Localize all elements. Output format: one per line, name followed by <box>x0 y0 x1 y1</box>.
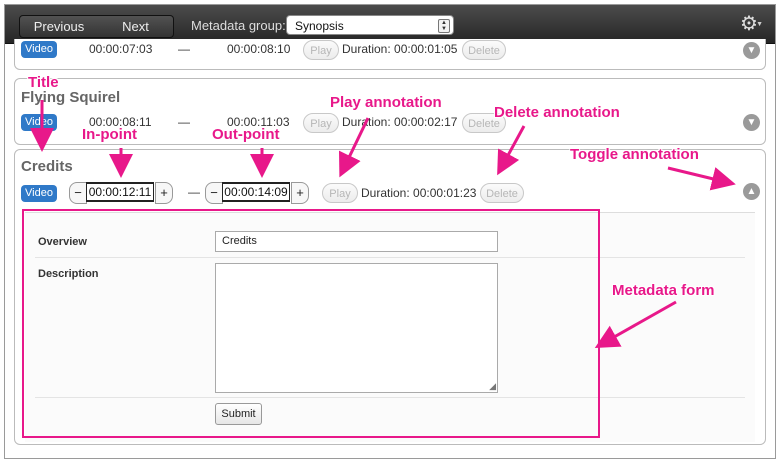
callout-title: Title <box>28 74 59 91</box>
callout-play-annotation: Play annotation <box>330 94 442 111</box>
callout-delete-annotation: Delete annotation <box>494 104 620 121</box>
callout-toggle-annotation: Toggle annotation <box>570 146 699 163</box>
callout-arrows <box>30 100 736 348</box>
callout-metadata-form: Metadata form <box>612 282 715 299</box>
callout-out-point: Out-point <box>212 126 280 143</box>
callout-in-point: In-point <box>82 126 137 143</box>
